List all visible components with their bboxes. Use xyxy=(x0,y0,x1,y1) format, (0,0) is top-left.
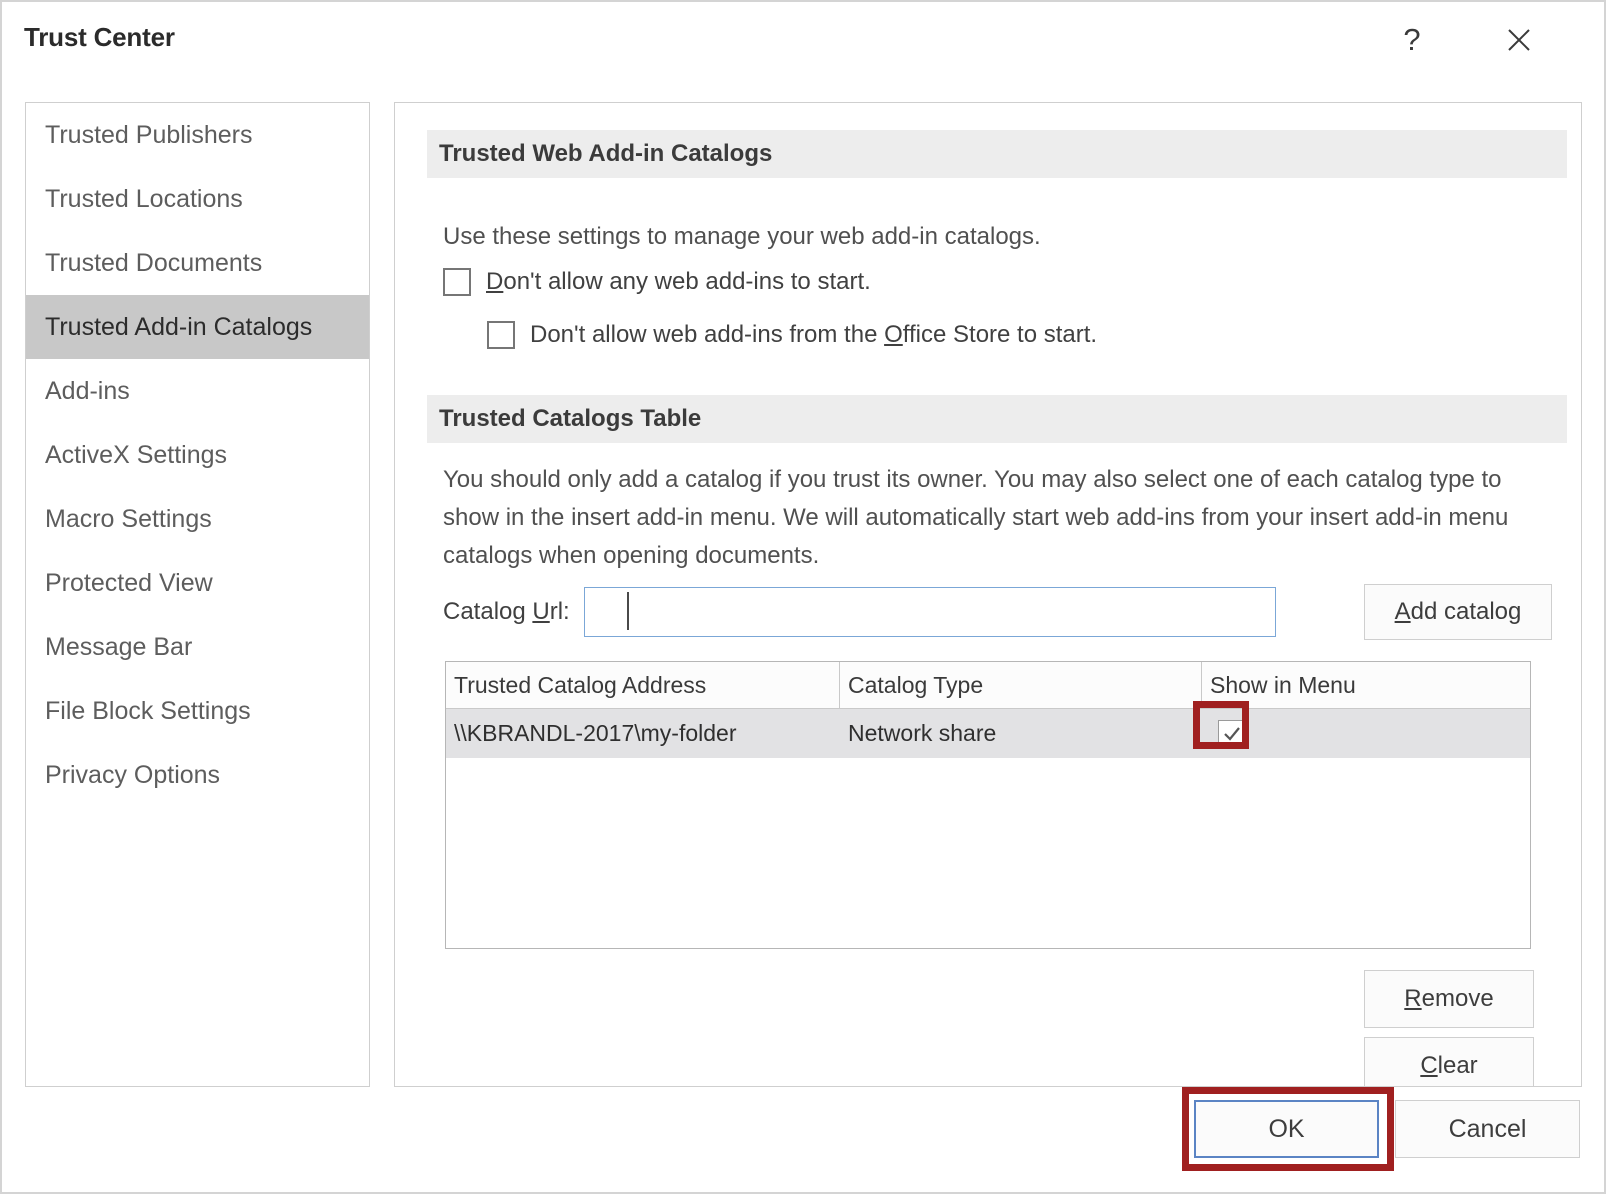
accel-char: D xyxy=(486,268,503,295)
catalogs-table-description: You should only add a catalog if you tru… xyxy=(443,461,1553,575)
text-cursor xyxy=(627,592,629,630)
dont-allow-any-web-addins-row[interactable]: Don't allow any web add-ins to start. xyxy=(443,268,871,296)
table-row[interactable]: \\KBRANDL-2017\my-folder Network share xyxy=(446,709,1530,758)
catalog-url-label: Catalog Url: xyxy=(443,598,570,626)
section-header-trusted-catalogs-table: Trusted Catalogs Table xyxy=(427,395,1567,443)
sidebar-item-protected-view[interactable]: Protected View xyxy=(26,551,369,615)
column-header-trusted-catalog-address: Trusted Catalog Address xyxy=(446,662,840,708)
label-pre: Don't allow web add-ins from the xyxy=(530,321,884,348)
sidebar-item-trusted-publishers[interactable]: Trusted Publishers xyxy=(26,103,369,167)
cancel-button[interactable]: Cancel xyxy=(1395,1100,1580,1158)
help-icon[interactable]: ? xyxy=(1384,16,1440,64)
dialog-title: Trust Center xyxy=(24,22,175,53)
add-catalog-button[interactable]: Add catalog xyxy=(1364,584,1552,640)
column-header-show-in-menu: Show in Menu xyxy=(1202,662,1530,708)
catalog-url-row: Catalog Url: xyxy=(443,585,1276,639)
section-header-web-addin-catalogs: Trusted Web Add-in Catalogs xyxy=(427,130,1567,178)
sidebar-item-message-bar[interactable]: Message Bar xyxy=(26,615,369,679)
accel-char: O xyxy=(884,321,903,348)
accel-char: A xyxy=(1395,598,1411,625)
sidebar-item-trusted-documents[interactable]: Trusted Documents xyxy=(26,231,369,295)
column-header-catalog-type: Catalog Type xyxy=(840,662,1202,708)
sidebar-item-add-ins[interactable]: Add-ins xyxy=(26,359,369,423)
accel-char: C xyxy=(1420,1052,1437,1079)
label-rest: emove xyxy=(1422,985,1494,1012)
sidebar-item-file-block-settings[interactable]: File Block Settings xyxy=(26,679,369,743)
cell-show-in-menu xyxy=(1202,709,1530,758)
ok-button[interactable]: OK xyxy=(1194,1100,1379,1158)
settings-content-panel: Trusted Web Add-in Catalogs Use these se… xyxy=(394,102,1582,1087)
dialog-titlebar: Trust Center ? xyxy=(2,2,1604,78)
accel-char: R xyxy=(1404,985,1421,1012)
accel-char: U xyxy=(532,598,549,625)
sidebar-item-privacy-options[interactable]: Privacy Options xyxy=(26,743,369,807)
settings-category-list[interactable]: Trusted Publishers Trusted Locations Tru… xyxy=(25,102,370,1087)
dont-allow-any-web-addins-checkbox[interactable] xyxy=(443,268,471,296)
web-addin-intro-text: Use these settings to manage your web ad… xyxy=(443,223,1041,251)
label-rest: dd catalog xyxy=(1411,598,1522,625)
sidebar-item-trusted-locations[interactable]: Trusted Locations xyxy=(26,167,369,231)
dont-allow-any-web-addins-label: Don't allow any web add-ins to start. xyxy=(486,268,871,296)
dont-allow-office-store-row[interactable]: Don't allow web add-ins from the Office … xyxy=(487,321,1097,349)
remove-button[interactable]: Remove xyxy=(1364,970,1534,1028)
sidebar-item-macro-settings[interactable]: Macro Settings xyxy=(26,487,369,551)
label-pre: Catalog xyxy=(443,598,532,625)
catalog-url-input[interactable] xyxy=(584,587,1276,637)
sidebar-item-trusted-add-in-catalogs[interactable]: Trusted Add-in Catalogs xyxy=(26,295,369,359)
show-in-menu-checkbox[interactable] xyxy=(1218,720,1246,748)
cell-catalog-type: Network share xyxy=(840,709,1202,758)
trusted-catalogs-table[interactable]: Trusted Catalog Address Catalog Type Sho… xyxy=(445,661,1531,949)
clear-button[interactable]: Clear xyxy=(1364,1037,1534,1087)
dont-allow-office-store-label: Don't allow web add-ins from the Office … xyxy=(530,321,1097,349)
sidebar-item-activex-settings[interactable]: ActiveX Settings xyxy=(26,423,369,487)
trust-center-dialog: Trust Center ? Trusted Publishers Truste… xyxy=(0,0,1606,1194)
label-rest: rl: xyxy=(550,598,570,625)
close-icon[interactable] xyxy=(1491,16,1547,64)
table-header-row: Trusted Catalog Address Catalog Type Sho… xyxy=(446,662,1530,709)
label-rest: lear xyxy=(1438,1052,1478,1079)
cell-catalog-address: \\KBRANDL-2017\my-folder xyxy=(446,709,840,758)
label-rest: on't allow any web add-ins to start. xyxy=(503,268,870,295)
dont-allow-office-store-checkbox[interactable] xyxy=(487,321,515,349)
label-rest: ffice Store to start. xyxy=(903,321,1097,348)
